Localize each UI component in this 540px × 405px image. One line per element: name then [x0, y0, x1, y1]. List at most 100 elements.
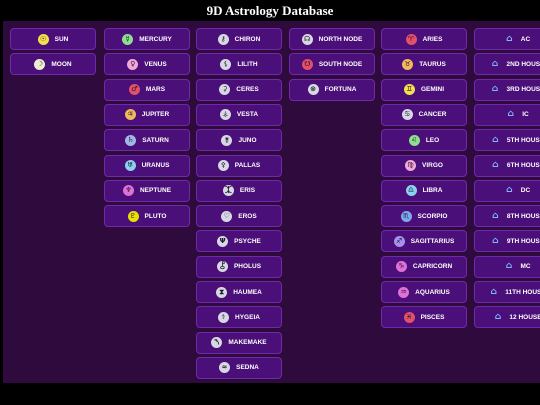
house-button[interactable]: ⌂ 9TH HOUSE: [474, 230, 540, 253]
house-button[interactable]: ⌂ DC: [474, 179, 540, 202]
button-label: SAGITTARIUS: [410, 237, 455, 245]
uranus-button[interactable]: ♅ URANUS: [104, 154, 190, 177]
moon-icon: ☽: [34, 58, 46, 70]
button-label: HYGEIA: [235, 313, 260, 321]
house-icon: ⌂: [506, 33, 513, 44]
button-label: 8TH HOUSE: [506, 212, 540, 220]
hygeia-button[interactable]: ⚕ HYGEIA: [196, 306, 282, 329]
north-node-button[interactable]: ☊ NORTH NODE: [289, 28, 375, 50]
aries-button[interactable]: ♈ ARIES: [381, 28, 467, 50]
haumea-button[interactable]: ⧗ HAUMEA: [196, 281, 282, 303]
button-label: CHIRON: [234, 35, 261, 43]
leo-button[interactable]: ♌ LEO: [381, 129, 467, 152]
button-label: MARS: [145, 86, 166, 94]
capricorn-button[interactable]: ♑ CAPRICORN: [381, 255, 467, 278]
libra-button[interactable]: ♎ LIBRA: [381, 179, 467, 202]
south-node-button[interactable]: ☋ SOUTH NODE: [289, 53, 375, 76]
button-label: NORTH NODE: [318, 35, 363, 43]
button-label: FORTUNA: [324, 86, 357, 94]
pisces-button[interactable]: ♓ PISCES: [381, 306, 467, 329]
button-label: EROS: [238, 212, 257, 220]
psyche-button[interactable]: Ψ PSYCHE: [196, 230, 282, 253]
sedna-button[interactable]: ≈ SEDNA: [196, 356, 282, 379]
scorpio-icon: ♏: [400, 210, 412, 222]
eros-button[interactable]: ♡ EROS: [196, 205, 282, 228]
button-label: CERES: [236, 86, 259, 94]
mars-button[interactable]: ♂ MARS: [104, 78, 190, 101]
vesta-button[interactable]: ⚶ VESTA: [196, 103, 282, 126]
fortuna-icon: ⊗: [307, 84, 319, 96]
venus-button[interactable]: ♀ VENUS: [104, 53, 190, 76]
button-label: ERIS: [239, 187, 256, 195]
saturn-button[interactable]: ♄ SATURN: [104, 129, 190, 152]
mercury-button[interactable]: ☿ MERCURY: [104, 28, 190, 50]
button-label: LILITH: [237, 60, 258, 68]
house-icon: ⌂: [491, 84, 499, 95]
eris-icon: ⯰: [222, 185, 234, 197]
fortuna-button[interactable]: ⊗ FORTUNA: [289, 78, 375, 101]
button-label: MERCURY: [139, 35, 172, 43]
button-label: MOON: [51, 60, 72, 68]
button-label: LEO: [425, 136, 440, 144]
sagittarius-button[interactable]: ♐ SAGITTARIUS: [381, 230, 467, 253]
button-label: PALLAS: [234, 162, 261, 169]
button-label: MC: [520, 263, 531, 271]
scorpio-button[interactable]: ♏ SCORPIO: [381, 205, 467, 228]
button-label: 6TH HOUSE: [506, 162, 540, 169]
cancer-icon: ♋: [401, 109, 413, 121]
makemake-button[interactable]: ⯲ MAKEMAKE: [196, 331, 282, 354]
sun-icon: ☉: [37, 33, 49, 45]
aquarius-button[interactable]: ♒ AQUARIUS: [381, 281, 467, 303]
house-button[interactable]: ⌂ IC: [474, 103, 540, 126]
juno-button[interactable]: ⚵ JUNO: [196, 129, 282, 152]
house-button[interactable]: ⌂ MC: [474, 255, 540, 278]
jupiter-button[interactable]: ♃ JUPITER: [104, 103, 190, 126]
aries-icon: ♈: [405, 33, 417, 45]
house-button[interactable]: ⌂ 5TH HOUSE: [474, 129, 540, 152]
south-node-icon: ☋: [301, 58, 313, 70]
haumea-icon: ⧗: [216, 286, 228, 298]
house-icon: ⌂: [507, 109, 514, 120]
mercury-icon: ☿: [122, 33, 134, 45]
eris-button[interactable]: ⯰ ERIS: [196, 179, 282, 202]
house-button[interactable]: ⌂ 2ND HOUSE: [474, 53, 540, 76]
house-button[interactable]: ⌂ 6TH HOUSE: [474, 154, 540, 177]
house-icon: ⌂: [492, 160, 499, 170]
sun-button[interactable]: ☉ SUN: [10, 28, 96, 50]
house-button[interactable]: ⌂ AC: [474, 28, 540, 50]
button-label: MAKEMAKE: [228, 339, 267, 347]
button-label: VESTA: [236, 111, 259, 119]
gemini-icon: ♊: [403, 84, 415, 96]
chiron-button[interactable]: ⚷ CHIRON: [196, 28, 282, 50]
button-label: SATURN: [142, 136, 169, 144]
cancer-button[interactable]: ♋ CANCER: [381, 103, 467, 126]
button-label: ARIES: [422, 35, 443, 43]
gemini-button[interactable]: ♊ GEMINI: [381, 78, 467, 101]
pallas-button[interactable]: ⚴ PALLAS: [196, 154, 282, 177]
button-label: 3RD HOUSE: [506, 86, 540, 94]
mars-icon: ♂: [128, 84, 140, 96]
moon-button[interactable]: ☽ MOON: [10, 53, 96, 76]
eros-icon: ♡: [221, 210, 233, 222]
ceres-button[interactable]: ⚳ CERES: [196, 78, 282, 101]
house-button[interactable]: ⌂ 3RD HOUSE: [474, 78, 540, 101]
lilith-button[interactable]: ⚸ LILITH: [196, 53, 282, 76]
virgo-button[interactable]: ♍ VIRGO: [381, 154, 467, 177]
button-label: LIBRA: [422, 187, 443, 195]
house-icon: ⌂: [506, 185, 513, 196]
neptune-button[interactable]: ♆ NEPTUNE: [104, 179, 190, 202]
pholus-button[interactable]: ⯛ PHOLUS: [196, 255, 282, 278]
button-label: PSYCHE: [234, 237, 261, 245]
taurus-button[interactable]: ♉ TAURUS: [381, 53, 467, 76]
house-button[interactable]: ⌂ 12 HOUSE: [474, 306, 540, 329]
button-label: SOUTH NODE: [318, 60, 363, 68]
button-label: 2ND HOUSE: [506, 60, 540, 68]
button-label: GEMINI: [420, 86, 445, 94]
button-label: VENUS: [144, 60, 167, 68]
uranus-icon: ♅: [124, 160, 136, 171]
house-button[interactable]: ⌂ 8TH HOUSE: [474, 205, 540, 228]
jupiter-icon: ♃: [124, 109, 136, 121]
house-button[interactable]: ⌂ 11TH HOUSE: [474, 281, 540, 303]
pluto-icon: ♇: [127, 210, 139, 222]
pluto-button[interactable]: ♇ PLUTO: [104, 205, 190, 228]
